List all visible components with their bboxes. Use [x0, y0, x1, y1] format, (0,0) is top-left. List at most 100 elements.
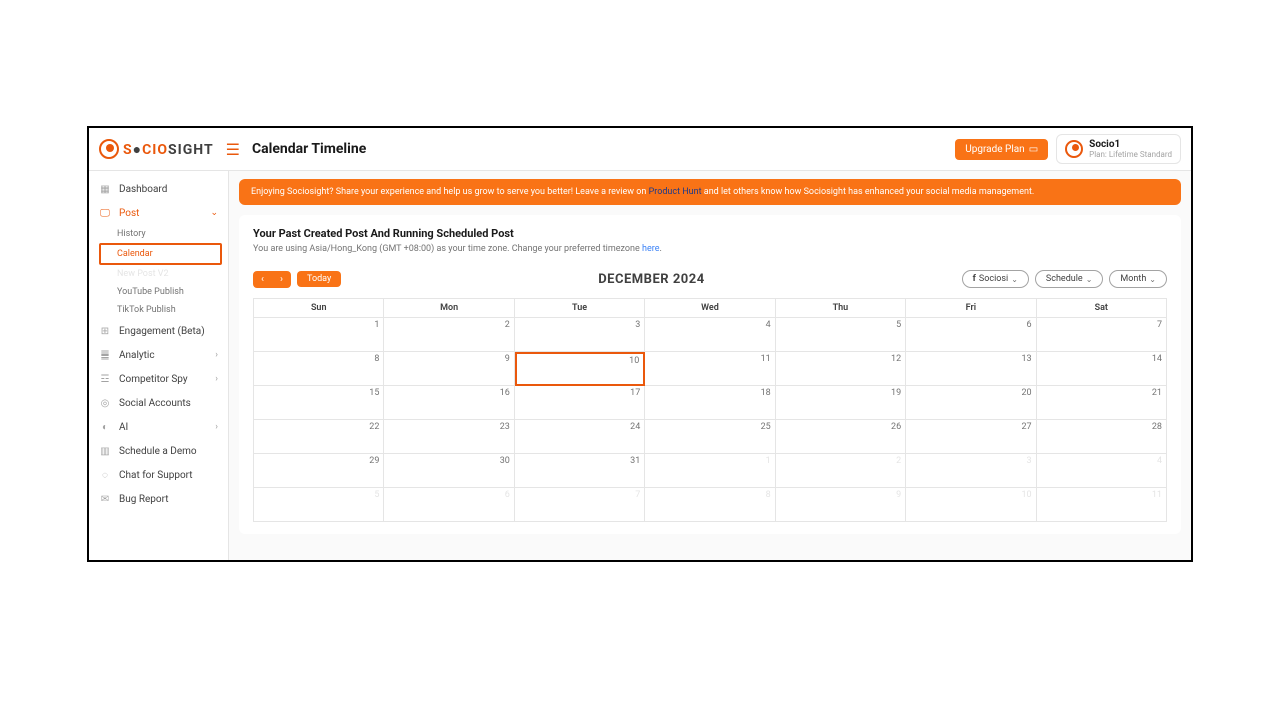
product-hunt-link[interactable]: Product Hunt [649, 187, 702, 197]
calendar-day-cell[interactable]: 24 [515, 420, 645, 454]
calendar-day-cell[interactable]: 10 [906, 488, 1036, 522]
chevron-right-icon: › [215, 374, 218, 384]
sidebar: ▦ Dashboard 🖵Post ⌄ History Calendar New… [89, 171, 229, 560]
calendar-head: SunMonTueWedThuFriSat [254, 299, 1167, 318]
sidebar-sub-tiktok[interactable]: TikTok Publish [89, 301, 228, 319]
filter-account[interactable]: f Sociosi ⌄ [962, 270, 1029, 288]
calendar-week-row: 1516 17 18 192021 [254, 386, 1167, 420]
calendar-day-cell[interactable]: 30 [384, 454, 514, 488]
calendar-week-row: 5 6 789 10 11 [254, 488, 1167, 522]
timezone-link[interactable]: here [642, 244, 659, 254]
sidebar-item-chat-support[interactable]: ◌ Chat for Support [89, 463, 228, 487]
post-icon: 🖵 [99, 207, 111, 219]
calendar-day-cell[interactable]: 25 [645, 420, 775, 454]
calendar-day-cell[interactable]: 7 [1037, 318, 1167, 352]
day-number: 4 [766, 320, 771, 330]
calendar-day-cell[interactable]: 26 [776, 420, 906, 454]
calendar-day-cell[interactable]: 14 [1037, 352, 1167, 386]
sidebar-sub-newpostv2[interactable]: New Post V2 [89, 265, 228, 283]
today-button[interactable]: Today [297, 271, 341, 287]
calendar-day-cell[interactable]: 5 [254, 488, 384, 522]
calendar-day-cell[interactable]: 11 [1037, 488, 1167, 522]
day-number: 30 [500, 456, 510, 466]
calendar-day-cell[interactable]: 8 [645, 488, 775, 522]
sidebar-item-ai[interactable]: ◐AI › [89, 415, 228, 439]
calendar-day-cell[interactable]: 2 [776, 454, 906, 488]
sidebar-item-dashboard[interactable]: ▦ Dashboard [89, 177, 228, 201]
upgrade-plan-button[interactable]: Upgrade Plan ▭ [955, 139, 1048, 160]
sidebar-sub-youtube[interactable]: YouTube Publish [89, 283, 228, 301]
sidebar-item-bug-report[interactable]: ✉ Bug Report [89, 487, 228, 511]
sidebar-item-post[interactable]: 🖵Post ⌄ [89, 201, 228, 225]
calendar-day-cell[interactable]: 4 [645, 318, 775, 352]
sidebar-item-social-accounts[interactable]: ◎ Social Accounts [89, 391, 228, 415]
calendar-day-cell[interactable]: 10 [515, 352, 645, 386]
calendar-day-cell[interactable]: 9 [384, 352, 514, 386]
filter-schedule[interactable]: Schedule ⌄ [1035, 270, 1104, 288]
calendar-day-cell[interactable]: 6 [906, 318, 1036, 352]
calendar-day-cell[interactable]: 31 [515, 454, 645, 488]
calendar-day-header: Sat [1037, 299, 1167, 318]
sidebar-item-analytic[interactable]: ䷀Analytic › [89, 343, 228, 367]
calendar-day-cell[interactable]: 3 [515, 318, 645, 352]
calendar-day-cell[interactable]: 1 [645, 454, 775, 488]
promo-banner: Enjoying Sociosight? Share your experien… [239, 179, 1181, 205]
calendar-day-cell[interactable]: 17 [515, 386, 645, 420]
filter-view[interactable]: Month ⌄ [1109, 270, 1167, 288]
calendar-day-cell[interactable]: 23 [384, 420, 514, 454]
calendar-day-cell[interactable]: 18 [645, 386, 775, 420]
day-number: 7 [635, 490, 640, 500]
calendar-day-cell[interactable]: 2 [384, 318, 514, 352]
calendar-day-cell[interactable]: 5 [776, 318, 906, 352]
calendar-day-cell[interactable]: 7 [515, 488, 645, 522]
day-number: 28 [1152, 422, 1162, 432]
account-plan: Plan: Lifetime Standard [1089, 150, 1172, 159]
calendar-day-header: Sun [254, 299, 384, 318]
day-number: 6 [505, 490, 510, 500]
calendar-card: Your Past Created Post And Running Sched… [239, 215, 1181, 534]
day-number: 3 [1027, 456, 1032, 466]
sidebar-sub-calendar[interactable]: Calendar [99, 243, 222, 265]
sidebar-item-competitor[interactable]: ☲Competitor Spy › [89, 367, 228, 391]
calendar-day-cell[interactable]: 12 [776, 352, 906, 386]
day-number: 12 [891, 354, 901, 364]
day-number: 27 [1021, 422, 1031, 432]
body: ▦ Dashboard 🖵Post ⌄ History Calendar New… [89, 171, 1191, 560]
next-month-button[interactable]: › [272, 271, 291, 288]
calendar-day-cell[interactable]: 8 [254, 352, 384, 386]
calendar-day-cell[interactable]: 6 [384, 488, 514, 522]
day-number: 11 [1152, 490, 1162, 500]
sidebar-item-engagement[interactable]: ⊞ Engagement (Beta) [89, 319, 228, 343]
chevron-right-icon: › [215, 350, 218, 360]
calendar-day-cell[interactable]: 29 [254, 454, 384, 488]
logo[interactable]: S●CIOSIGHT [99, 139, 214, 159]
calendar-day-cell[interactable]: 9 [776, 488, 906, 522]
day-number: 3 [635, 320, 640, 330]
day-number: 7 [1157, 320, 1162, 330]
day-number: 17 [630, 388, 640, 398]
menu-toggle-icon[interactable]: ☰ [226, 140, 240, 159]
calendar-day-cell[interactable]: 15 [254, 386, 384, 420]
day-number: 8 [374, 354, 379, 364]
sidebar-item-schedule-demo[interactable]: ▥ Schedule a Demo [89, 439, 228, 463]
day-number: 10 [629, 356, 639, 366]
day-number: 10 [1021, 490, 1031, 500]
calendar-day-cell[interactable]: 28 [1037, 420, 1167, 454]
calendar-day-cell[interactable]: 13 [906, 352, 1036, 386]
account-name: Socio1 [1089, 139, 1172, 150]
calendar-day-cell[interactable]: 21 [1037, 386, 1167, 420]
calendar-day-cell[interactable]: 4 [1037, 454, 1167, 488]
chevron-right-icon: › [215, 422, 218, 432]
calendar-day-cell[interactable]: 16 [384, 386, 514, 420]
prev-month-button[interactable]: ‹ [253, 271, 272, 288]
calendar-day-cell[interactable]: 20 [906, 386, 1036, 420]
account-menu[interactable]: Socio1 Plan: Lifetime Standard [1056, 134, 1181, 164]
calendar-day-cell[interactable]: 27 [906, 420, 1036, 454]
calendar-day-cell[interactable]: 22 [254, 420, 384, 454]
calendar-day-cell[interactable]: 11 [645, 352, 775, 386]
calendar-day-cell[interactable]: 3 [906, 454, 1036, 488]
calendar-day-cell[interactable]: 1 [254, 318, 384, 352]
day-number: 18 [761, 388, 771, 398]
calendar-day-cell[interactable]: 19 [776, 386, 906, 420]
sidebar-sub-history[interactable]: History [89, 225, 228, 243]
